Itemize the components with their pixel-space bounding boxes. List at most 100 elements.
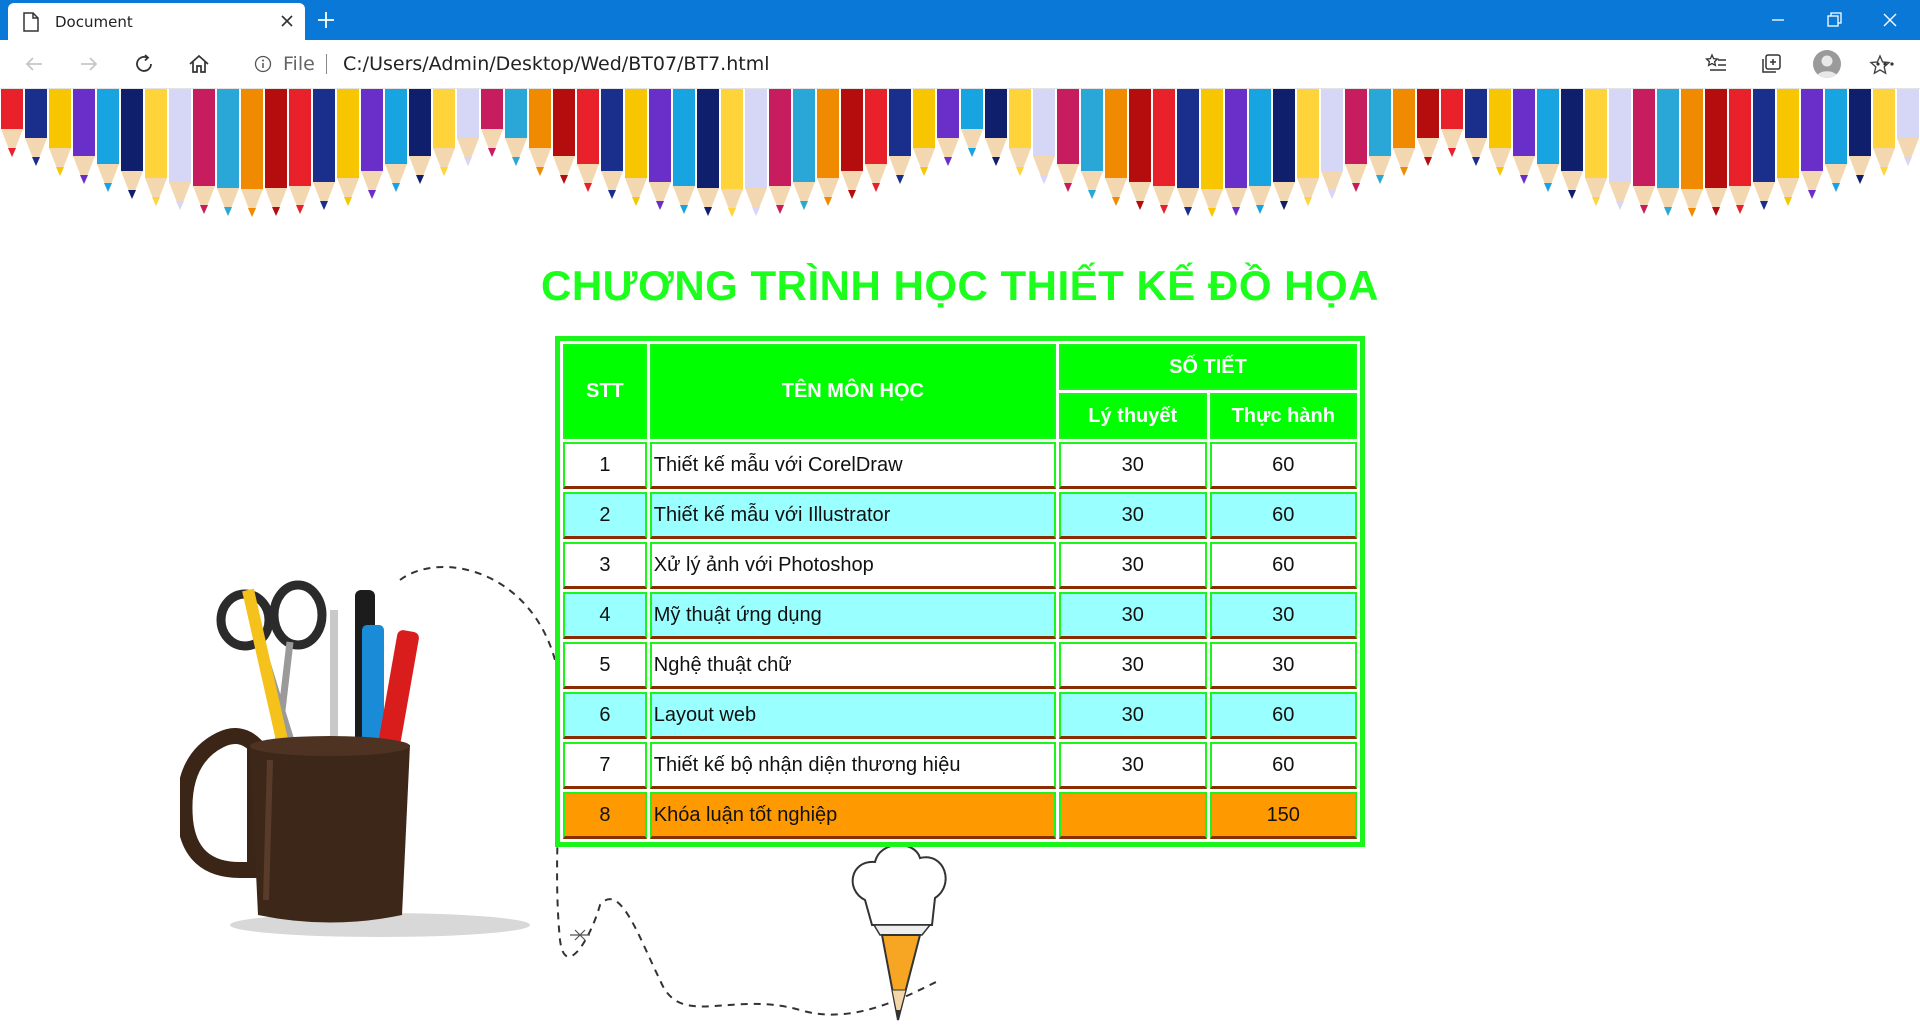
pencil-decoration [1801, 89, 1823, 199]
pencil-decoration [265, 89, 287, 216]
table-row: 4 Mỹ thuật ứng dụng 30 30 [563, 592, 1357, 639]
plus-icon[interactable] [315, 9, 337, 31]
pencil-decoration [193, 89, 215, 214]
back-icon[interactable] [22, 52, 46, 76]
restore-icon[interactable] [1822, 8, 1846, 32]
browser-tab[interactable]: Document [8, 3, 305, 40]
pencil-decoration [865, 89, 887, 192]
cell-course-name: Thiết kế mẫu với CorelDraw [649, 442, 1056, 489]
pencil-decoration [1297, 89, 1319, 206]
url-scheme: File [283, 53, 315, 75]
pencil-decoration [1657, 89, 1679, 216]
cell-practice: 60 [1209, 692, 1357, 739]
avatar-silhouette-icon [1816, 55, 1838, 78]
pencil-decoration [433, 89, 455, 176]
pencil-decoration [337, 89, 359, 206]
chef-pencil-illustration [851, 844, 947, 1021]
pencil-decoration [457, 89, 479, 166]
pencil-decoration [1393, 89, 1415, 176]
info-icon[interactable] [254, 55, 272, 73]
minimize-icon[interactable] [1766, 8, 1790, 32]
pencil-decoration [121, 89, 143, 199]
pencil-decoration [961, 89, 983, 157]
page-title: CHƯƠNG TRÌNH HỌC THIẾT KẾ ĐỒ HỌA [541, 262, 1379, 309]
cell-theory: 30 [1058, 492, 1207, 539]
pencil-decoration [889, 89, 911, 184]
more-icon[interactable] [1873, 52, 1897, 76]
pencil-decoration [1, 89, 23, 157]
pencil-decoration [937, 89, 959, 166]
profile-icon[interactable] [1813, 50, 1841, 78]
pencil-decoration [625, 89, 647, 206]
pencil-decoration [1513, 89, 1535, 184]
pencil-decoration [649, 89, 671, 210]
browser-titlebar: Document [0, 0, 1920, 40]
url-text[interactable]: C:/Users/Admin/Desktop/Wed/BT07/BT7.html [343, 53, 769, 75]
header-theory: Lý thuyết [1058, 393, 1207, 439]
cell-theory: 30 [1058, 442, 1207, 489]
pencil-decoration [1873, 89, 1895, 176]
pencil-decoration [409, 89, 431, 184]
forward-icon[interactable] [77, 52, 101, 76]
refresh-icon[interactable] [132, 52, 156, 76]
cell-theory: 30 [1058, 542, 1207, 589]
pencil-decoration [1201, 89, 1223, 217]
pencil-decoration [1633, 89, 1655, 214]
cell-practice: 60 [1209, 542, 1357, 589]
table-row: 3 Xử lý ảnh với Photoshop 30 60 [563, 542, 1357, 589]
pencil-decoration [385, 89, 407, 192]
table-row: 7 Thiết kế bộ nhận diện thương hiệu 30 6… [563, 742, 1357, 789]
table-row: 1 Thiết kế mẫu với CorelDraw 30 60 [563, 442, 1357, 489]
pencil-decoration [793, 89, 815, 210]
pencil-decoration [1249, 89, 1271, 214]
pencil-decoration [241, 89, 263, 217]
cell-stt: 2 [563, 492, 647, 539]
close-window-icon[interactable] [1878, 8, 1902, 32]
pencil-decoration [1225, 89, 1247, 216]
pencil-decoration [1177, 89, 1199, 216]
cell-practice: 60 [1209, 742, 1357, 789]
pencil-decoration [505, 89, 527, 166]
header-stt: STT [563, 344, 647, 439]
cell-course-name: Layout web [649, 692, 1056, 739]
pencil-decoration [1153, 89, 1175, 214]
table-row: 2 Thiết kế mẫu với Illustrator 30 60 [563, 492, 1357, 539]
cell-theory: 30 [1058, 592, 1207, 639]
pencil-decoration [1585, 89, 1607, 206]
cell-theory: 30 [1058, 692, 1207, 739]
pencil-decoration [1561, 89, 1583, 199]
pencil-decoration [1345, 89, 1367, 192]
close-icon[interactable] [279, 13, 295, 29]
pencil-decoration [1753, 89, 1775, 210]
home-icon[interactable] [187, 52, 211, 76]
cell-stt: 4 [563, 592, 647, 639]
cell-stt: 1 [563, 442, 647, 489]
header-course-name: TÊN MÔN HỌC [649, 344, 1056, 439]
pencil-decoration [481, 89, 503, 157]
pencil-decoration [817, 89, 839, 206]
cell-practice: 30 [1209, 642, 1357, 689]
pencil-decoration [769, 89, 791, 214]
pencil-decoration [913, 89, 935, 176]
table-row: 5 Nghệ thuật chữ 30 30 [563, 642, 1357, 689]
pencil-decoration [1369, 89, 1391, 184]
pencil-decoration [1849, 89, 1871, 184]
pencil-decoration [1057, 89, 1079, 192]
pencil-decoration [1609, 89, 1631, 210]
table-row: 8 Khóa luận tốt nghiệp 150 [563, 792, 1357, 839]
pencil-decoration [673, 89, 695, 214]
cell-practice: 30 [1209, 592, 1357, 639]
cell-stt: 6 [563, 692, 647, 739]
pencil-decoration [985, 89, 1007, 166]
favorites-icon[interactable] [1704, 52, 1728, 76]
pencil-decoration [841, 89, 863, 199]
pencil-decoration [1009, 89, 1031, 176]
cell-stt: 3 [563, 542, 647, 589]
pencil-decoration [1129, 89, 1151, 210]
cell-practice: 60 [1209, 442, 1357, 489]
url-separator [326, 54, 327, 74]
pencil-decoration [1081, 89, 1103, 199]
collections-icon[interactable] [1759, 52, 1783, 76]
url-box[interactable]: File C:/Users/Admin/Desktop/Wed/BT07/BT7… [236, 46, 1891, 82]
pencil-decoration [1273, 89, 1295, 210]
